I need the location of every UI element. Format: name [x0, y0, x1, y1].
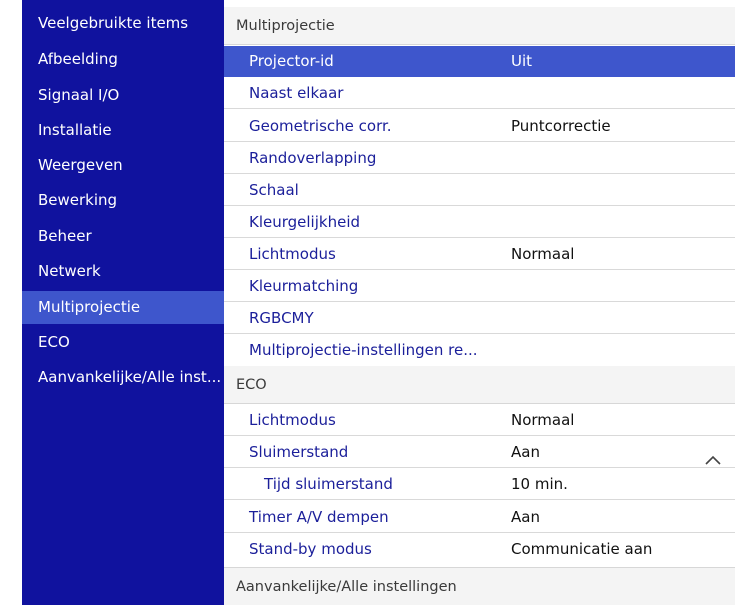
sidebar-item-veelgebruikte-items[interactable]: Veelgebruikte items — [22, 7, 224, 40]
setting-label: Lichtmodus — [249, 411, 336, 429]
setting-label: Kleurgelijkheid — [249, 213, 361, 231]
setting-row-sluimerstand[interactable]: Sluimerstand Aan — [224, 437, 735, 468]
sidebar-menu: Veelgebruikte items Afbeelding Signaal I… — [22, 0, 224, 605]
sidebar-item-aanvankelijke-alle-instellingen[interactable]: Aanvankelijke/Alle inst... — [22, 361, 224, 394]
sidebar-item-afbeelding[interactable]: Afbeelding — [22, 43, 224, 76]
setting-value: Normaal — [511, 411, 575, 429]
setting-row-randoverlapping[interactable]: Randoverlapping — [224, 143, 735, 174]
setting-value: 10 min. — [511, 475, 568, 493]
sidebar-item-weergeven[interactable]: Weergeven — [22, 149, 224, 182]
setting-label: Timer A/V dempen — [249, 508, 389, 526]
setting-row-projector-id[interactable]: Projector-id Uit — [224, 46, 735, 77]
setting-value: Uit — [511, 52, 533, 70]
section-header-multiprojectie: Multiprojectie — [224, 7, 735, 45]
setting-value: Normaal — [511, 245, 575, 263]
setting-label: RGBCMY — [249, 309, 314, 327]
chevron-up-icon[interactable] — [704, 446, 722, 465]
setting-label: Randoverlapping — [249, 149, 377, 167]
sidebar-item-beheer[interactable]: Beheer — [22, 220, 224, 253]
sidebar-item-bewerking[interactable]: Bewerking — [22, 184, 224, 217]
sidebar-item-eco[interactable]: ECO — [22, 326, 224, 359]
setting-label: Kleurmatching — [249, 277, 359, 295]
setting-row-schaal[interactable]: Schaal — [224, 175, 735, 206]
setting-value: Puntcorrectie — [511, 117, 611, 135]
settings-panel: Multiprojectie Projector-id Uit Naast el… — [224, 0, 735, 605]
sidebar-item-installatie[interactable]: Installatie — [22, 114, 224, 147]
setting-row-multiprojectie-reset[interactable]: Multiprojectie-instellingen re... — [224, 335, 735, 366]
sidebar-item-signaal-io[interactable]: Signaal I/O — [22, 79, 224, 112]
section-header-aanvankelijke-alle-instellingen: Aanvankelijke/Alle instellingen — [224, 567, 735, 605]
setting-value: Aan — [511, 443, 540, 461]
setting-label: Stand-by modus — [249, 540, 372, 558]
setting-row-naast-elkaar[interactable]: Naast elkaar — [224, 78, 735, 109]
setting-label: Lichtmodus — [249, 245, 336, 263]
sidebar-item-multiprojectie[interactable]: Multiprojectie — [22, 291, 224, 324]
setting-label: Schaal — [249, 181, 299, 199]
setting-row-rgbcmy[interactable]: RGBCMY — [224, 303, 735, 334]
setting-value: Aan — [511, 508, 540, 526]
setting-label: Multiprojectie-instellingen re... — [249, 341, 478, 359]
setting-row-geometrische-corr[interactable]: Geometrische corr. Puntcorrectie — [224, 111, 735, 142]
setting-value: Communicatie aan — [511, 540, 653, 558]
setting-label: Sluimerstand — [249, 443, 349, 461]
setting-row-stand-by-modus[interactable]: Stand-by modus Communicatie aan — [224, 534, 735, 565]
projector-menu-screen: Veelgebruikte items Afbeelding Signaal I… — [0, 0, 735, 605]
section-header-eco: ECO — [224, 366, 735, 404]
setting-label: Naast elkaar — [249, 84, 344, 102]
setting-row-kleurgelijkheid[interactable]: Kleurgelijkheid — [224, 207, 735, 238]
sidebar-item-netwerk[interactable]: Netwerk — [22, 255, 224, 288]
setting-label: Tijd sluimerstand — [264, 475, 393, 493]
setting-row-timer-av-dempen[interactable]: Timer A/V dempen Aan — [224, 502, 735, 533]
setting-row-eco-lichtmodus[interactable]: Lichtmodus Normaal — [224, 405, 735, 436]
setting-row-tijd-sluimerstand[interactable]: Tijd sluimerstand 10 min. — [224, 469, 735, 500]
setting-label: Geometrische corr. — [249, 117, 392, 135]
setting-label: Projector-id — [249, 52, 334, 70]
setting-row-lichtmodus[interactable]: Lichtmodus Normaal — [224, 239, 735, 270]
setting-row-kleurmatching[interactable]: Kleurmatching — [224, 271, 735, 302]
